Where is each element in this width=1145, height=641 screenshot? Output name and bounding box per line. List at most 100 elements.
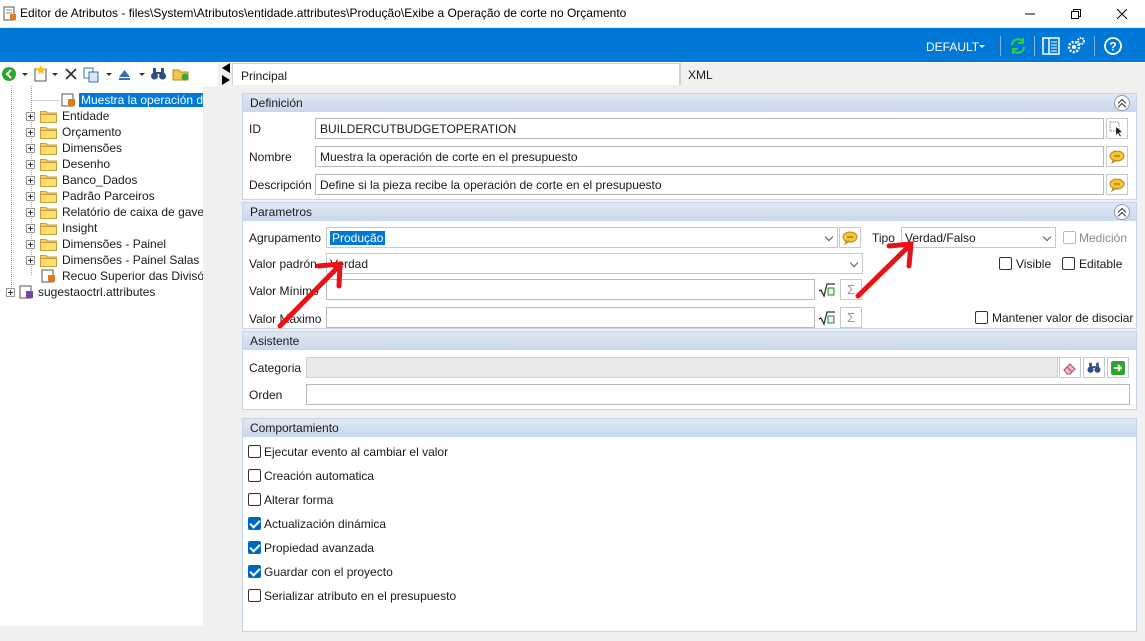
chevron-down-icon[interactable] [106,73,112,76]
panel-splitter[interactable] [218,63,232,641]
visible-checkbox[interactable] [999,257,1012,270]
move-up-icon[interactable] [116,65,133,83]
agrupamento-select[interactable]: Produção [326,227,838,248]
translate-descripcion-button[interactable] [1106,174,1128,195]
binoculars-icon [1087,362,1101,373]
expand-icon[interactable] [26,192,35,201]
valor-padron-select[interactable]: Verdad [326,253,863,274]
tab-xml[interactable]: XML [680,63,1145,85]
tree-vertical-scrollbar[interactable] [203,86,218,626]
expand-icon[interactable] [6,288,15,297]
top-toolbar: DEFAULT ? [0,28,1145,62]
expand-icon[interactable] [26,128,35,137]
minimize-icon [1025,13,1035,15]
expand-icon[interactable] [26,208,35,217]
expand-icon[interactable] [26,176,35,185]
behaviour-label: Guardar con el proyecto [264,565,393,579]
copy-icon[interactable] [83,65,100,83]
chevron-down-icon [1042,232,1052,242]
gear-icon[interactable] [1066,36,1086,56]
expand-right-icon[interactable] [222,75,230,85]
chevron-down-icon [849,258,859,268]
tree-horizontal-scrollbar[interactable] [0,626,218,641]
back-arrow-icon[interactable] [1,65,17,83]
behaviour-label: Propiedad avanzada [264,541,375,555]
valor-maximo-label: Valor Máximo [249,312,322,326]
panel-layout-icon[interactable] [1041,36,1061,56]
valor-maximo-field[interactable] [326,307,815,328]
translate-agrupamento-button[interactable] [839,227,861,248]
group-header: Comportamiento [243,419,1136,437]
collapse-icon[interactable] [1114,204,1130,220]
window-title: Editor de Atributos - files\System\Atrib… [20,6,627,20]
mantener-label: Mantener valor de disociar [992,311,1134,325]
collapse-left-icon[interactable] [222,63,230,73]
restore-button[interactable] [1053,0,1099,28]
id-field[interactable]: BUILDERCUTBUDGETOPERATION [315,118,1104,139]
descripcion-field[interactable]: Define si la pieza recibe la operación d… [315,174,1104,195]
sum-maximo-button[interactable]: Σ [840,307,862,328]
mantener-checkbox[interactable] [975,311,988,324]
go-categoria-button[interactable] [1107,357,1129,378]
title-bar: Editor de Atributos - files\System\Atrib… [0,0,1145,28]
descripcion-label: Descripción [249,178,312,192]
behaviour-checkbox[interactable] [248,493,261,506]
folder-icon [40,175,57,187]
eraser-icon [1063,362,1076,374]
tree-item-label: Recuo Superior das Divisór [62,269,203,283]
binoculars-icon[interactable] [150,65,167,83]
collapse-icon[interactable] [1114,95,1130,111]
expand-icon[interactable] [26,224,35,233]
tree-item-label: Insight [62,221,98,235]
clear-categoria-button[interactable] [1059,357,1081,378]
id-label: ID [249,122,261,136]
chevron-down-icon[interactable] [52,73,58,76]
behaviour-checkbox[interactable] [248,469,261,482]
expand-icon[interactable] [26,240,35,249]
behaviour-checkbox[interactable] [248,565,261,578]
behaviour-checkbox[interactable] [248,517,261,530]
profile-selector[interactable]: DEFAULT [926,40,979,54]
visible-label: Visible [1016,257,1052,271]
expand-icon[interactable] [26,144,35,153]
valor-minimo-field[interactable] [326,279,815,300]
medicion-checkbox[interactable] [1063,231,1076,244]
expand-icon[interactable] [26,160,35,169]
tree-item-label: Padrão Parceiros [62,189,155,203]
chevron-down-icon[interactable] [139,73,145,76]
expand-icon[interactable] [26,256,35,265]
formula-maximo-button[interactable] [816,307,838,328]
attributes-file-icon [19,285,33,299]
nombre-field[interactable]: Muestra la operación de corte en el pres… [315,146,1104,167]
expand-icon[interactable] [26,112,35,121]
delete-icon[interactable] [64,65,78,83]
toolbar-separator [1000,36,1001,56]
speech-bubble-icon [1109,150,1125,164]
pick-id-button[interactable] [1106,118,1128,139]
formula-minimo-button[interactable] [816,279,838,300]
close-button[interactable] [1099,0,1145,28]
app-document-icon [3,6,16,21]
minimize-button[interactable] [1007,0,1053,28]
tab-principal[interactable]: Principal [232,63,680,85]
behaviour-checkbox[interactable] [248,589,261,602]
new-item-icon[interactable] [32,65,50,83]
categoria-field[interactable] [306,357,1058,378]
editable-checkbox[interactable] [1062,257,1075,270]
behaviour-checkbox[interactable] [248,541,261,554]
folder-icon [40,159,57,171]
search-categoria-button[interactable] [1083,357,1105,378]
tipo-select[interactable]: Verdad/Falso [901,227,1056,248]
chevron-down-icon [979,45,985,48]
behaviour-checkbox[interactable] [248,445,261,458]
chevron-down-icon[interactable] [22,73,28,76]
orden-field[interactable] [306,384,1130,405]
translate-nombre-button[interactable] [1106,146,1128,167]
help-icon[interactable]: ? [1103,36,1123,56]
folder-refresh-icon[interactable] [172,65,190,83]
sum-minimo-button[interactable]: Σ [840,279,862,300]
refresh-icon[interactable] [1008,36,1028,56]
folder-icon [40,143,57,155]
nombre-label: Nombre [249,150,292,164]
valor-padron-label: Valor padrón [249,257,317,271]
